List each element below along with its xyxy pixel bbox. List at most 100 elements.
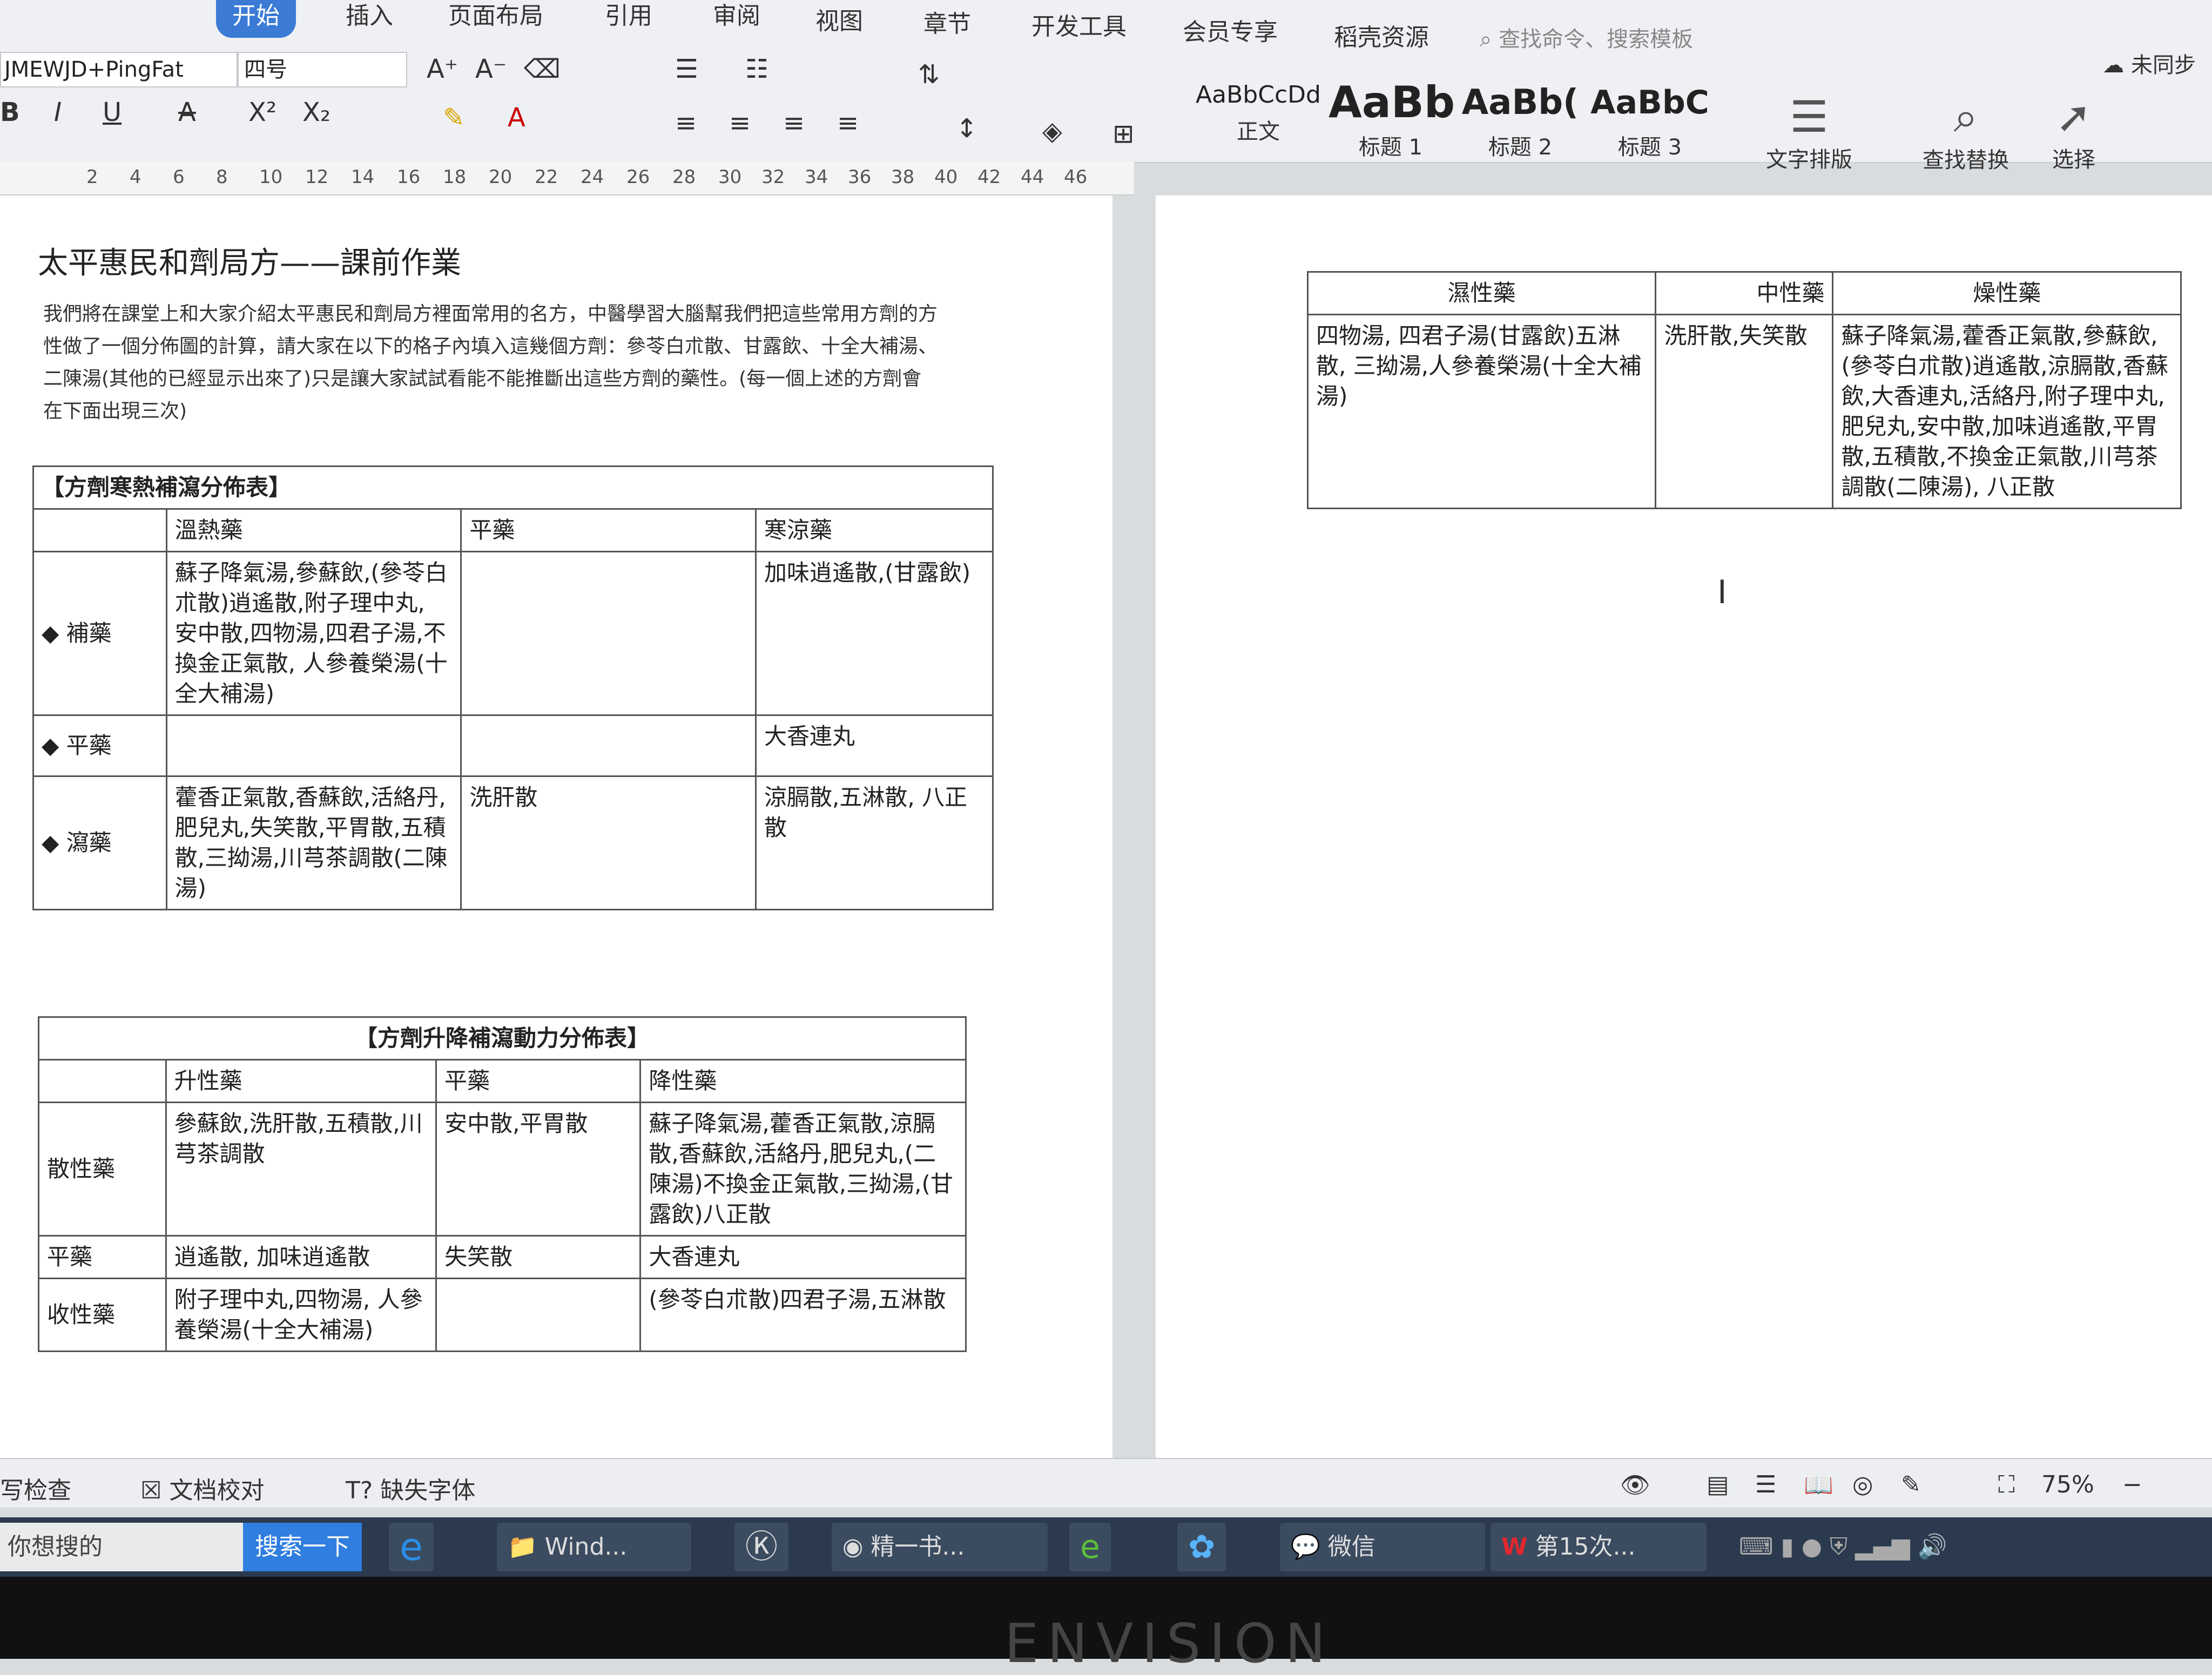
proofread-button[interactable]: ☒ 文档校对 bbox=[140, 1471, 264, 1505]
table-cell[interactable] bbox=[165, 714, 462, 777]
table-cell[interactable] bbox=[435, 1278, 642, 1352]
document-page-right[interactable]: 濕性藥 中性藥 燥性藥 四物湯, 四君子湯(甘露飲)五淋散, 三拗湯,人參養榮湯… bbox=[1156, 195, 2212, 1459]
pen-icon[interactable]: ✎ bbox=[1901, 1471, 1921, 1498]
table-cell[interactable]: 蘇子降氣湯,藿香正氣散,參蘇飲,(參苓白朮散)逍遙散,涼膈散,香蘇飲,大香連丸,… bbox=[1832, 314, 2182, 509]
tab-references[interactable]: 引用 bbox=[589, 0, 669, 38]
command-search[interactable]: ⌕ 查找命令、搜索模板 bbox=[1480, 22, 1693, 53]
ruler-number: 16 bbox=[397, 166, 421, 188]
tab-insert[interactable]: 插入 bbox=[329, 0, 409, 38]
numbered-list-icon[interactable]: ☷ bbox=[745, 54, 768, 84]
proofread-label: 文档校对 bbox=[169, 1477, 265, 1504]
table-cell[interactable]: 蘇子降氣湯,藿香正氣散,涼膈散,香蘇飲,活絡丹,肥兒丸,(二陳湯)不換金正氣散,… bbox=[639, 1102, 967, 1237]
line-spacing-icon[interactable]: ↕ bbox=[956, 113, 977, 144]
subscript-icon[interactable]: X₂ bbox=[302, 97, 331, 127]
strikethrough-icon[interactable]: A bbox=[178, 97, 196, 127]
decrease-font-icon[interactable]: A⁻ bbox=[475, 54, 507, 84]
tab-member[interactable]: 会员专享 bbox=[1166, 16, 1294, 54]
border-icon[interactable]: ⊞ bbox=[1112, 119, 1134, 149]
table-cell[interactable]: 四物湯, 四君子湯(甘露飲)五淋散, 三拗湯,人參養榮湯(十全大補湯) bbox=[1306, 314, 1657, 509]
typeset-icon: ☰ bbox=[1790, 92, 1829, 142]
table-cell[interactable]: 附子理中丸,四物湯, 人參養榮湯(十全大補湯) bbox=[165, 1278, 437, 1352]
ruler-number: 6 bbox=[173, 166, 185, 188]
tab-review[interactable]: 审阅 bbox=[697, 0, 777, 38]
table-cell[interactable]: 失笑散 bbox=[435, 1235, 642, 1279]
spell-check-button[interactable]: 写检查 bbox=[0, 1471, 71, 1505]
missing-font-label: 缺失字体 bbox=[380, 1477, 476, 1504]
taskbar-search-button[interactable]: 搜索一下 bbox=[243, 1523, 362, 1571]
table-cell[interactable]: 大香連丸 bbox=[755, 714, 994, 777]
justify-icon[interactable]: ≡ bbox=[837, 108, 859, 138]
align-left-icon[interactable]: ≡ bbox=[675, 108, 697, 138]
increase-font-icon[interactable]: A⁺ bbox=[427, 54, 458, 84]
horizontal-ruler[interactable]: 2 4 6 8 10 12 14 16 18 20 22 24 26 28 30… bbox=[0, 162, 1134, 195]
table-cell[interactable]: 洗肝散 bbox=[460, 775, 757, 910]
system-tray[interactable]: ⌨ ▮ ● ⛨ ▂▄▆ 🔊 bbox=[1728, 1523, 2212, 1571]
taskbar-app-wps[interactable]: W 第15次... bbox=[1491, 1523, 1707, 1571]
taskbar-app-chrome[interactable]: ◉ 精一书... bbox=[832, 1523, 1048, 1571]
font-name-select[interactable]: JMEWJD+PingFat bbox=[0, 52, 238, 87]
tab-home[interactable]: 开始 bbox=[216, 0, 296, 38]
signal-icon: ▂▄▆ bbox=[1855, 1533, 1910, 1561]
superscript-icon[interactable]: X² bbox=[248, 97, 276, 127]
eye-protect-icon[interactable]: 👁 bbox=[1620, 1471, 1650, 1499]
select-button[interactable]: ➚ 选择 bbox=[2052, 92, 2095, 173]
zoom-level[interactable]: 75% bbox=[2041, 1471, 2094, 1498]
align-center-icon[interactable]: ≡ bbox=[729, 108, 751, 138]
zoom-out-icon[interactable]: − bbox=[2122, 1471, 2142, 1498]
table-cell[interactable]: 加味逍遙散,(甘露飲) bbox=[755, 551, 994, 716]
bold-icon[interactable]: B bbox=[0, 97, 20, 127]
table-cell[interactable]: (參苓白朮散)四君子湯,五淋散 bbox=[639, 1278, 967, 1352]
table-cell[interactable]: 藿香正氣散,香蘇飲,活絡丹,肥兒丸,失笑散,平胃散,五積散,三拗湯,川芎茶調散(… bbox=[165, 775, 462, 910]
table-cell[interactable]: 大香連丸 bbox=[639, 1235, 967, 1279]
underline-icon[interactable]: U bbox=[103, 97, 122, 127]
clear-format-icon[interactable]: ⌫ bbox=[524, 54, 561, 84]
ruler-number: 30 bbox=[718, 166, 742, 188]
table-cell[interactable]: 逍遙散, 加味逍遙散 bbox=[165, 1235, 437, 1279]
taskbar-app-wechat[interactable]: 💬 微信 bbox=[1280, 1523, 1485, 1571]
sync-status[interactable]: ☁ 未同步 bbox=[2102, 48, 2196, 79]
table-cell[interactable]: 蘇子降氣湯,參蘇飲,(參苓白朮散)逍遙散,附子理中丸, 安中散,四物湯,四君子湯… bbox=[165, 551, 462, 716]
cloud-app-icon[interactable]: ✿ bbox=[1177, 1523, 1226, 1571]
style-heading2[interactable]: AaBb( 标题 2 bbox=[1458, 81, 1582, 162]
table-cell[interactable]: 安中散,平胃散 bbox=[435, 1102, 642, 1237]
k-app-icon[interactable]: Ⓚ bbox=[734, 1523, 788, 1571]
shading-icon[interactable]: ◈ bbox=[1042, 116, 1062, 146]
tab-developer[interactable]: 开发工具 bbox=[1015, 11, 1143, 49]
table-cell[interactable]: 洗肝散,失笑散 bbox=[1655, 314, 1834, 509]
font-color-icon[interactable]: A bbox=[508, 103, 525, 133]
style-heading3[interactable]: AaBbC 标题 3 bbox=[1588, 81, 1712, 162]
highlight-icon[interactable]: ✎ bbox=[443, 103, 464, 133]
table-cell[interactable]: 涼膈散,五淋散, 八正散 bbox=[755, 775, 994, 910]
style-normal[interactable]: AaBbCcDd 正文 bbox=[1193, 81, 1323, 162]
read-view-icon[interactable]: 📖 bbox=[1804, 1471, 1833, 1499]
italic-icon[interactable]: I bbox=[54, 97, 62, 127]
tab-docer[interactable]: 稻壳资源 bbox=[1318, 22, 1445, 59]
style-heading1[interactable]: AaBb 标题 1 bbox=[1328, 81, 1455, 162]
bullet-list-icon[interactable]: ☰ bbox=[675, 54, 698, 84]
ruler-number: 40 bbox=[934, 166, 958, 188]
table-cell[interactable] bbox=[460, 714, 757, 777]
font-size-select[interactable]: 四号 bbox=[238, 52, 407, 87]
table-cell[interactable]: 參蘇飲,洗肝散,五積散,川芎茶調散 bbox=[165, 1102, 437, 1237]
taskbar-search-input[interactable]: 你想搜的 bbox=[0, 1523, 251, 1571]
page-view-icon[interactable]: ▤ bbox=[1707, 1471, 1729, 1498]
taskbar-app-explorer[interactable]: 📁 Wind... bbox=[497, 1523, 691, 1571]
find-replace-button[interactable]: ⌕ 查找替换 bbox=[1923, 92, 2009, 174]
ruler-number: 32 bbox=[761, 166, 785, 188]
ie-browser-icon[interactable]: e bbox=[389, 1523, 434, 1571]
document-page-left[interactable]: 太平惠民和劑局方——課前作業 我們將在課堂上和大家介紹太平惠民和劑局方裡面常用的… bbox=[0, 195, 1112, 1459]
tab-view[interactable]: 视图 bbox=[799, 5, 879, 43]
web-view-icon[interactable]: ◎ bbox=[1852, 1471, 1873, 1498]
fit-icon[interactable]: ⛶ bbox=[1998, 1471, 2015, 1498]
sort-icon[interactable]: ⇅ bbox=[918, 59, 940, 90]
tab-section[interactable]: 章节 bbox=[907, 8, 987, 46]
ruler-number: 44 bbox=[1021, 166, 1044, 188]
browser-360-icon[interactable]: e bbox=[1069, 1523, 1111, 1571]
tab-layout[interactable]: 页面布局 bbox=[432, 0, 559, 38]
chrome-icon: ◉ bbox=[842, 1533, 864, 1561]
table-cell[interactable] bbox=[460, 551, 757, 716]
outline-view-icon[interactable]: ☰ bbox=[1755, 1471, 1776, 1498]
missing-font-button[interactable]: T? 缺失字体 bbox=[346, 1471, 475, 1505]
typeset-button[interactable]: ☰ 文字排版 bbox=[1766, 92, 1852, 173]
align-right-icon[interactable]: ≡ bbox=[783, 108, 805, 138]
